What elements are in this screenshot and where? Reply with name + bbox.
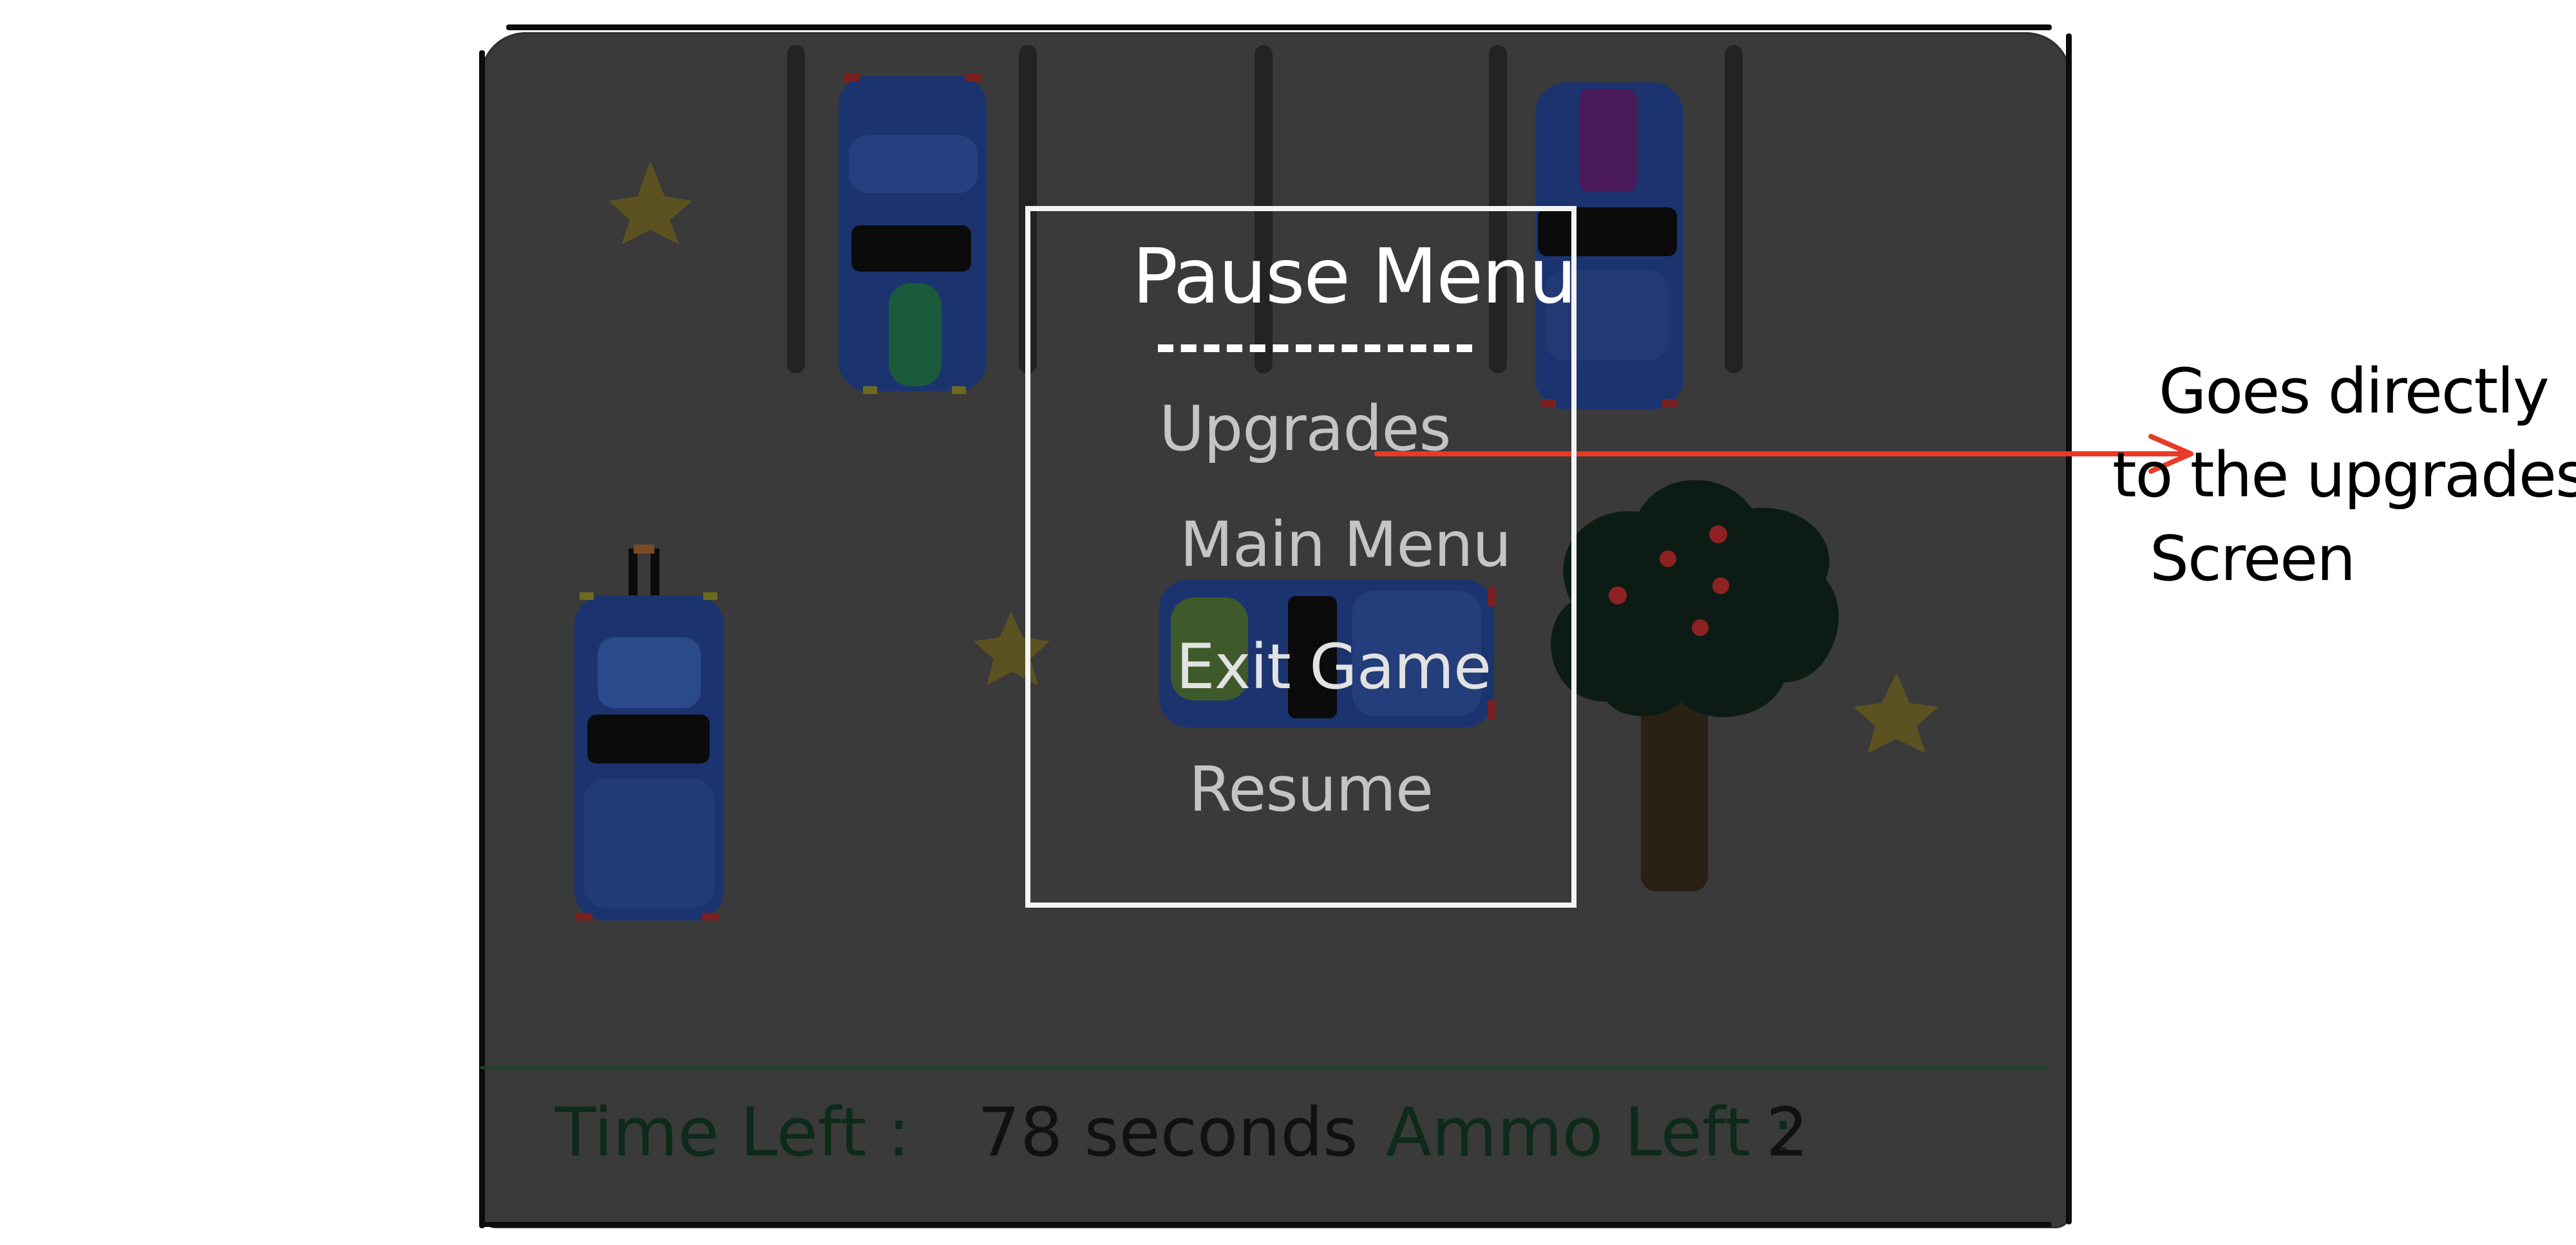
hud-divider — [480, 1066, 2048, 1069]
resume-button[interactable]: Resume — [1189, 753, 1434, 825]
main-menu-button[interactable]: Main Menu — [1180, 509, 1511, 581]
annotation-note: Goes directly to the upgrades Screen — [2112, 355, 2576, 590]
time-left-value: 78 seconds — [978, 1093, 1358, 1172]
star-icon — [609, 161, 692, 245]
annotation-line: to the upgrades — [2112, 439, 2576, 511]
annotation-line: Goes directly — [2159, 355, 2550, 427]
upgrades-button[interactable]: Upgrades — [1159, 393, 1451, 465]
pause-menu-title: Pause Menu — [1132, 232, 1577, 321]
car-parked-icon — [838, 73, 987, 394]
player-car-icon — [574, 545, 724, 921]
apple-tree-icon — [1551, 480, 1839, 892]
exit-game-button[interactable]: Exit Game — [1176, 631, 1492, 703]
pause-menu-title-underline — [1158, 344, 1472, 352]
star-icon — [1853, 673, 1938, 753]
ammo-left-value: 2 — [1766, 1093, 1809, 1172]
annotation-line: Screen — [2150, 523, 2356, 595]
time-left-label: Time Left : — [555, 1093, 911, 1172]
ammo-left-label: Ammo Left : — [1386, 1093, 1795, 1172]
